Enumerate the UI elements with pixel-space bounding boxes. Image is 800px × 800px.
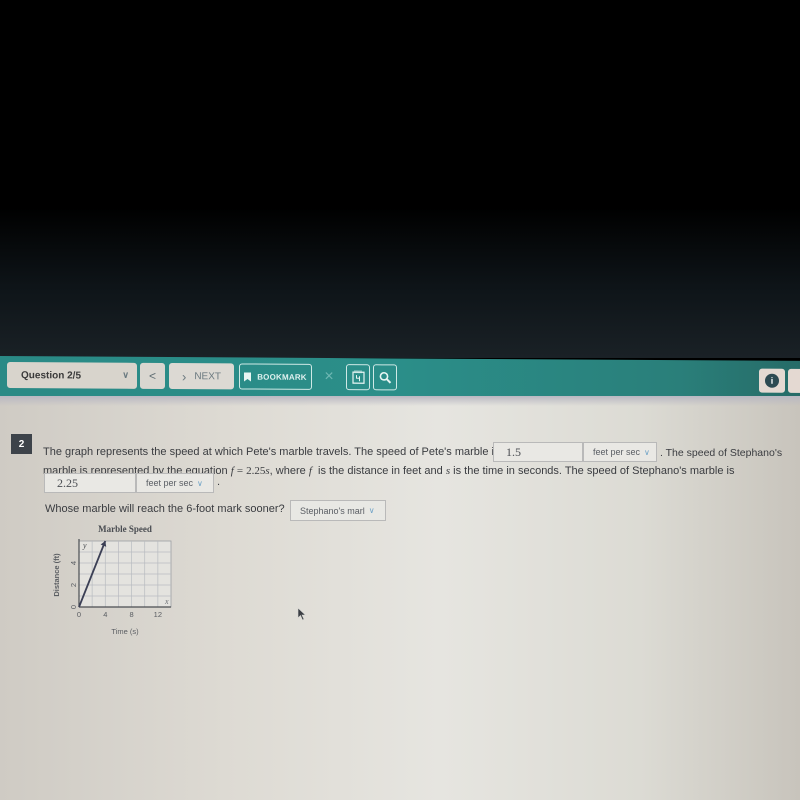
bookmark-button[interactable]: BOOKMARK [239, 363, 312, 390]
y-tick-label: 4 [69, 561, 78, 565]
next-label: NEXT [194, 370, 221, 382]
question-text-line1-end: . The speed of Stephano's [660, 447, 783, 459]
chart-svg: x y Marble Speed 0 4 8 12 0 2 4 Time (s) Distance (… [52, 524, 172, 636]
question-text-line1: The graph represents the speed at which … [43, 446, 500, 458]
chevron-down-icon: ∨ [644, 447, 650, 457]
pete-speed-input[interactable]: 1.5 [493, 442, 583, 462]
question-prompt-2: Whose marble will reach the 6-foot mark … [45, 503, 285, 515]
search-icon [379, 371, 391, 384]
marble-speed-chart: x y Marble Speed 0 4 8 12 0 2 4 Time (s) Distance (… [45, 520, 185, 645]
previous-button[interactable]: < [140, 362, 165, 390]
chevron-down-icon: ∨ [368, 506, 375, 515]
close-icon: × [324, 367, 334, 386]
x-tick-label: 12 [154, 610, 162, 619]
x-tick-label: 8 [129, 610, 133, 619]
equation-coefficient: 2.25 [246, 465, 266, 477]
question-selector[interactable]: Question 2/5 ∨ [7, 362, 137, 389]
content-top-shadow [0, 396, 800, 406]
equation-f: f [230, 465, 234, 477]
toolbar-extra-button[interactable] [788, 368, 800, 393]
x-tick-label: 4 [103, 610, 107, 619]
variable-f: f [308, 465, 312, 477]
y-tick-label: 2 [69, 583, 78, 587]
y-tick-label: 0 [69, 605, 78, 609]
toolbar: Question 2/5 ∨ < › NEXT BOOKMARK × i [0, 356, 800, 401]
y-axis-letter: y [82, 541, 87, 550]
line2-end: is the time in seconds. The speed of Ste… [453, 465, 735, 477]
chevron-right-icon: › [181, 368, 187, 384]
question-number-badge: 2 [11, 434, 32, 454]
pete-unit-select-value: feet per sec [593, 447, 641, 457]
stephano-speed-input[interactable]: 2.25 [44, 473, 136, 493]
line2-where: , where [269, 465, 306, 477]
chevron-left-icon: < [148, 368, 156, 383]
stephano-unit-select-value: feet per sec [146, 478, 194, 488]
x-axis-label: Time (s) [111, 627, 139, 636]
search-button[interactable] [373, 364, 397, 391]
accessibility-icon: i [765, 373, 779, 388]
x-tick-label: 0 [77, 610, 81, 619]
variable-s: s [445, 465, 451, 477]
chevron-down-icon: ∨ [122, 369, 129, 380]
chevron-down-icon: ∨ [197, 478, 203, 488]
y-axis-label: Distance (ft) [52, 553, 61, 597]
stephano-unit-select[interactable]: feet per sec ∨ [136, 473, 214, 493]
chart-title: Marble Speed [98, 524, 152, 534]
bookmark-icon [244, 371, 252, 382]
pete-unit-select[interactable]: feet per sec ∨ [583, 442, 657, 462]
question-text-line3-end: . [217, 476, 221, 488]
accessibility-button[interactable]: i [759, 368, 785, 393]
mouse-cursor-icon [297, 607, 307, 621]
bookmark-label: BOOKMARK [257, 372, 307, 382]
line2-mid: is the distance in feet and [318, 465, 443, 477]
x-axis-letter: x [164, 597, 169, 606]
calculator-button[interactable] [346, 364, 370, 391]
question-selector-label: Question 2/5 [21, 369, 82, 381]
next-button[interactable]: › NEXT [169, 363, 234, 390]
whose-marble-select-value: Stephano's marl [300, 505, 365, 516]
calculator-icon [351, 370, 365, 384]
whose-marble-select[interactable]: Stephano's marl ∨ [290, 500, 386, 521]
dark-screen-top [0, 0, 800, 358]
close-button[interactable]: × [316, 364, 342, 390]
equation-equals: = [236, 465, 244, 477]
